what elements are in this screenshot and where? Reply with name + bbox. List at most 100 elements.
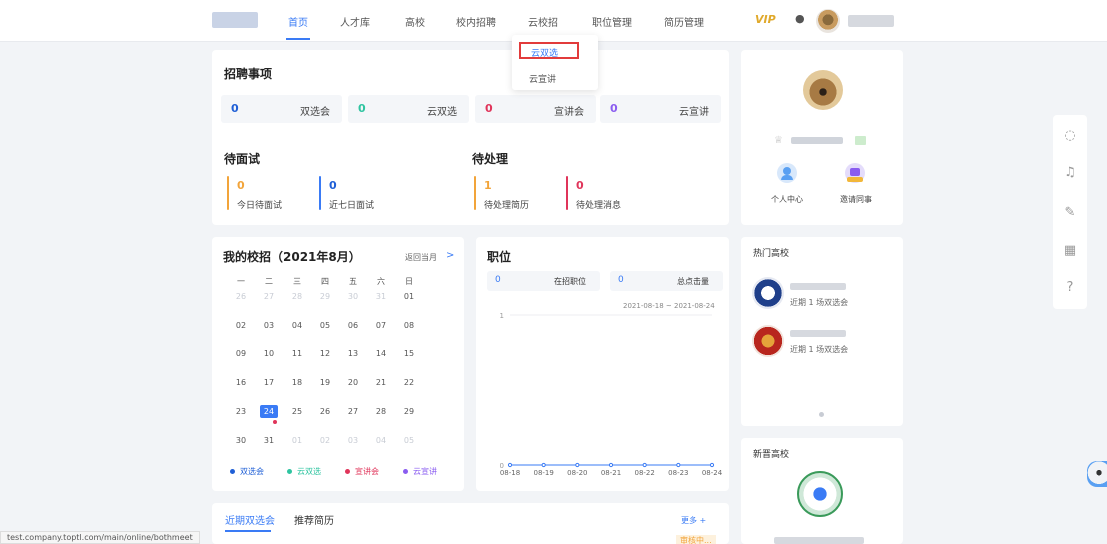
stat-chip-job-fair[interactable]: 0 双选会	[221, 95, 342, 123]
calendar-day[interactable]: 07	[368, 321, 394, 330]
data-point	[676, 462, 681, 468]
calendar-day[interactable]: 02	[312, 436, 338, 445]
next-month-arrow[interactable]: >	[446, 250, 454, 261]
edit-icon[interactable]: ✎	[1062, 205, 1078, 221]
calendar-day[interactable]: 11	[284, 349, 310, 358]
calendar-day[interactable]: 28	[368, 407, 394, 416]
dropdown-item-cloud-talk[interactable]: 云宣讲	[529, 72, 556, 85]
nav-universities[interactable]: 高校	[405, 14, 425, 29]
calendar-day[interactable]: 15	[396, 349, 422, 358]
interview-title: 待面试	[224, 152, 261, 166]
logo[interactable]	[212, 12, 258, 28]
pending-message[interactable]: 0 待处理消息	[566, 176, 646, 211]
calendar-day[interactable]: 10	[256, 349, 282, 358]
calendar-day[interactable]: 27	[256, 292, 282, 301]
calendar-day[interactable]: 05	[312, 321, 338, 330]
vip-badge[interactable]: VIP	[755, 13, 776, 26]
open-positions-chip[interactable]: 0 在招职位	[487, 271, 600, 291]
calendar-day[interactable]: 26	[312, 407, 338, 416]
stat-value: 0	[485, 102, 493, 115]
calendar-day[interactable]: 20	[340, 378, 366, 387]
nav-cloud-campus[interactable]: 云校招	[528, 14, 558, 29]
today-interview[interactable]: 0 今日待面试	[227, 176, 307, 211]
calendar-day[interactable]: 09	[228, 349, 254, 358]
calendar-day[interactable]: 18	[284, 378, 310, 387]
carousel-dot[interactable]	[819, 412, 824, 417]
calendar-day[interactable]: 22	[396, 378, 422, 387]
calendar-day[interactable]: 26	[228, 292, 254, 301]
calendar-day[interactable]: 23	[228, 407, 254, 416]
calendar-day[interactable]: 02	[228, 321, 254, 330]
tab-recent-fairs[interactable]: 近期双选会	[225, 512, 275, 527]
calendar-day[interactable]: 31	[256, 436, 282, 445]
headset-icon[interactable]: ♫	[1062, 165, 1078, 181]
calendar-day[interactable]: 04	[284, 321, 310, 330]
calendar-day[interactable]: 19	[312, 378, 338, 387]
user-icon[interactable]	[777, 163, 797, 183]
stat-chip-talk[interactable]: 0 宣讲会	[475, 95, 596, 123]
back-to-month-link[interactable]: 返回当月	[405, 252, 437, 263]
bell-icon[interactable]: ●	[795, 12, 805, 25]
university-name[interactable]	[790, 330, 846, 337]
calendar-day[interactable]: 30	[228, 436, 254, 445]
user-name[interactable]	[848, 15, 894, 27]
avatar[interactable]	[816, 9, 840, 33]
calendar-day[interactable]: 04	[368, 436, 394, 445]
qrcode-icon[interactable]: ▦	[1062, 243, 1078, 259]
calendar-day[interactable]: 12	[312, 349, 338, 358]
nav-home[interactable]: 首页	[288, 14, 308, 29]
stat-label: 云宣讲	[679, 107, 709, 118]
count-value: 0	[576, 179, 584, 192]
invite-icon[interactable]	[845, 163, 865, 183]
university-name[interactable]	[790, 283, 846, 290]
calendar-day[interactable]: 28	[284, 292, 310, 301]
calendar-day[interactable]: 14	[368, 349, 394, 358]
calendar-day[interactable]: 03	[256, 321, 282, 330]
calendar-day[interactable]: 30	[340, 292, 366, 301]
calendar-day[interactable]: 03	[340, 436, 366, 445]
y-tick-label: 1	[500, 312, 504, 320]
dropdown-item-cloud-fair[interactable]: 云双选	[519, 42, 579, 59]
chat-icon[interactable]: ◌	[1062, 128, 1078, 144]
profile-name	[791, 137, 843, 144]
assistant-icon[interactable]	[1087, 461, 1107, 487]
calendar-day[interactable]: 01	[396, 292, 422, 301]
calendar-day[interactable]: 31	[368, 292, 394, 301]
calendar-day[interactable]: 08	[396, 321, 422, 330]
count-value: 1	[484, 179, 492, 192]
profile-action-label[interactable]: 邀请同事	[840, 194, 872, 205]
calendar-day[interactable]: 24	[260, 405, 278, 418]
calendar-day[interactable]: 13	[340, 349, 366, 358]
count-label: 今日待面试	[237, 201, 283, 211]
calendar-day[interactable]: 21	[368, 378, 394, 387]
pending-resume[interactable]: 1 待处理简历	[474, 176, 554, 211]
nav-resume-manage[interactable]: 简历管理	[664, 14, 704, 29]
calendar-day[interactable]: 01	[284, 436, 310, 445]
profile-action-label[interactable]: 个人中心	[771, 194, 803, 205]
university-name[interactable]	[774, 537, 864, 544]
calendar-day[interactable]: 29	[312, 292, 338, 301]
stat-chip-cloud-fair[interactable]: 0 云双选	[348, 95, 469, 123]
calendar-day[interactable]: 05	[396, 436, 422, 445]
nav-talent-pool[interactable]: 人才库	[340, 14, 370, 29]
tab-recommended-resumes[interactable]: 推荐简历	[294, 512, 334, 527]
calendar-day[interactable]: 25	[284, 407, 310, 416]
calendar-day[interactable]: 16	[228, 378, 254, 387]
help-icon[interactable]: ?	[1062, 280, 1078, 296]
nav-position-manage[interactable]: 职位管理	[592, 14, 632, 29]
university-logo[interactable]	[752, 277, 784, 309]
nav-campus-recruit[interactable]: 校内招聘	[456, 14, 496, 29]
x-tick-label: 08-21	[601, 469, 621, 477]
more-link[interactable]: 更多 +	[681, 515, 706, 526]
university-desc: 近期 1 场双选会	[790, 298, 849, 307]
profile-avatar[interactable]	[803, 70, 843, 110]
university-logo[interactable]	[752, 325, 784, 357]
stat-chip-cloud-talk[interactable]: 0 云宣讲	[600, 95, 721, 123]
calendar-day[interactable]: 17	[256, 378, 282, 387]
calendar-day[interactable]: 29	[396, 407, 422, 416]
week-interview[interactable]: 0 近七日面试	[319, 176, 399, 211]
total-clicks-chip[interactable]: 0 总点击量	[610, 271, 723, 291]
calendar-day[interactable]: 06	[340, 321, 366, 330]
university-logo[interactable]	[797, 471, 843, 517]
calendar-day[interactable]: 27	[340, 407, 366, 416]
